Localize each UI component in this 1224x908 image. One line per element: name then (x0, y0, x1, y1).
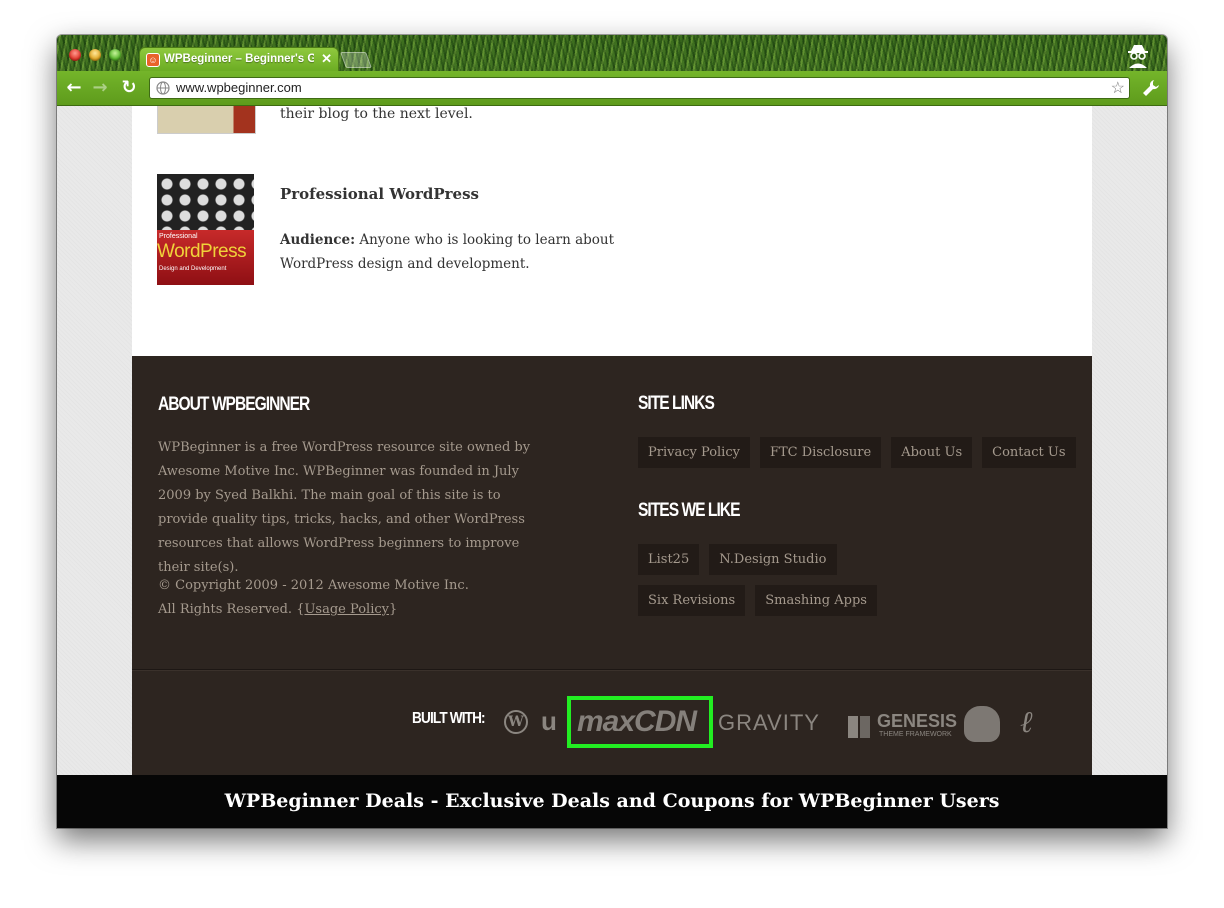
book-audience: Audience: Anyone who is looking to learn… (280, 228, 680, 276)
maxcdn-highlight-box (567, 696, 713, 748)
script-logo-icon[interactable]: ℓ (1020, 705, 1033, 740)
minimize-window-button[interactable] (89, 49, 101, 61)
link-ftc-disclosure[interactable]: FTC Disclosure (759, 437, 882, 468)
link-contact-us[interactable]: Contact Us (982, 437, 1076, 468)
sites-we-like-heading: SITES WE LIKE (638, 500, 740, 521)
wordpress-logo-icon[interactable]: W (504, 710, 528, 734)
link-smashing-apps[interactable]: Smashing Apps (755, 585, 877, 616)
close-tab-icon[interactable]: ✕ (321, 51, 332, 67)
sites-we-like-list: List25 N.Design Studio Six Revisions Sma… (638, 544, 948, 616)
deals-text[interactable]: WPBeginner Deals - Exclusive Deals and C… (57, 790, 1167, 812)
back-arrow-icon[interactable]: ← (64, 78, 84, 98)
link-ndesign-studio[interactable]: N.Design Studio (709, 544, 837, 575)
tab-strip: ☺ WPBeginner – Beginner's Gui ✕ (57, 35, 1167, 72)
page-viewport: their blog to the next level. Profession… (57, 106, 1167, 828)
rights-line: All Rights Reserved. {Usage Policy} (158, 598, 538, 622)
usage-policy-link[interactable]: Usage Policy (304, 602, 389, 617)
built-with-label: BUILT WITH: (412, 710, 486, 727)
browser-toolbar: ← → ↻ www.wpbeginner.com ☆ (57, 71, 1167, 106)
new-tab-button[interactable] (340, 52, 372, 68)
link-privacy-policy[interactable]: Privacy Policy (638, 437, 750, 468)
audience-label: Audience: (280, 232, 356, 248)
site-footer: ABOUT WPBEGINNER WPBeginner is a free Wo… (132, 356, 1092, 775)
close-window-button[interactable] (69, 49, 81, 61)
zoom-window-button[interactable] (109, 49, 121, 61)
address-bar[interactable]: www.wpbeginner.com ☆ (149, 77, 1130, 99)
footer-divider (132, 669, 1092, 670)
previous-book-cover[interactable] (157, 106, 256, 134)
incognito-icon (1128, 45, 1148, 68)
main-content: their blog to the next level. Profession… (132, 106, 1092, 356)
cover-small-text: Professional (159, 233, 198, 240)
cover-subtitle-text: Design and Development (159, 266, 227, 272)
gravity-logo[interactable]: GRAVITY (718, 710, 820, 736)
about-heading: ABOUT WPBEGINNER (158, 394, 310, 415)
wpbeginner-favicon-icon: ☺ (146, 53, 160, 67)
cover-title-text: WordPress (157, 241, 247, 262)
genesis-subtitle: THEME FRAMEWORK (879, 731, 952, 738)
professional-wordpress-cover[interactable]: Professional WordPress Design and Develo… (157, 174, 254, 285)
genesis-logo-icon (848, 716, 870, 738)
u-logo-icon[interactable]: u (541, 706, 557, 737)
deals-bar[interactable]: WPBeginner Deals - Exclusive Deals and C… (57, 775, 1167, 828)
rights-text: All Rights Reserved. { (158, 602, 305, 617)
browser-window: ☺ WPBeginner – Beginner's Gui ✕ ← → ↻ ww… (57, 35, 1167, 828)
copyright: © Copyright 2009 - 2012 Awesome Motive I… (158, 574, 538, 622)
previous-book-description: their blog to the next level. (280, 106, 473, 122)
globe-icon (156, 81, 170, 95)
bookmark-star-icon[interactable]: ☆ (1111, 78, 1125, 97)
tab-wpbeginner[interactable]: ☺ WPBeginner – Beginner's Gui ✕ (139, 47, 339, 72)
link-list25[interactable]: List25 (638, 544, 700, 575)
reload-icon[interactable]: ↻ (119, 78, 139, 98)
wrench-icon[interactable] (1141, 78, 1161, 98)
tab-title: WPBeginner – Beginner's Gui (164, 53, 314, 65)
book-title[interactable]: Professional WordPress (280, 185, 479, 203)
copyright-line: © Copyright 2009 - 2012 Awesome Motive I… (158, 578, 469, 593)
url-text: www.wpbeginner.com (176, 80, 302, 95)
mascot-logo-icon[interactable] (964, 706, 1000, 742)
site-links-heading: SITE LINKS (638, 393, 715, 414)
site-links-list: Privacy Policy FTC Disclosure About Us C… (638, 437, 1078, 468)
link-six-revisions[interactable]: Six Revisions (638, 585, 746, 616)
forward-arrow-icon[interactable]: → (90, 78, 110, 98)
typewriter-keys-image (157, 174, 254, 236)
genesis-logo[interactable]: GENESIS (877, 711, 957, 732)
rights-close: } (388, 602, 398, 617)
about-text: WPBeginner is a free WordPress resource … (158, 440, 531, 575)
link-about-us[interactable]: About Us (891, 437, 973, 468)
